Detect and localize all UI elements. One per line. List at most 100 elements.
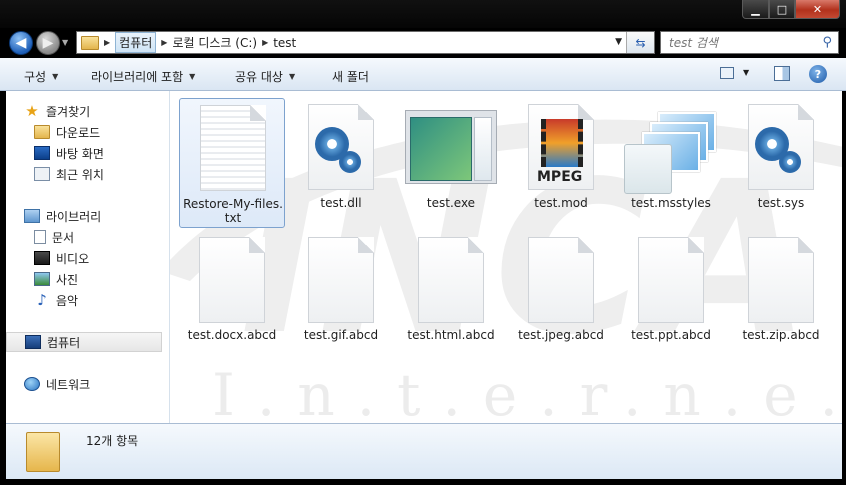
minimize-button[interactable]: ▁	[742, 0, 769, 19]
search-icon[interactable]: ⚲	[822, 35, 832, 50]
sidebar-item-videos[interactable]: 비디오	[34, 248, 190, 268]
include-in-library-button[interactable]: 라이브러리에 포함 ▼	[91, 68, 195, 85]
recent-pages-dropdown[interactable]: ▼	[62, 38, 72, 48]
file-test-jpeg-abcd[interactable]: test.jpeg.abcd	[508, 231, 614, 361]
file-test-dll[interactable]: test.dll	[288, 98, 394, 228]
exe-window-icon	[405, 110, 497, 184]
watermark-text: I.n.t.e.r.n.e.t	[212, 361, 842, 423]
new-folder-label: 새 폴더	[332, 70, 369, 84]
file-name: test.zip.abcd	[742, 328, 820, 342]
include-library-label: 라이브러리에 포함	[91, 70, 184, 84]
sidebar-item-downloads[interactable]: 다운로드	[34, 122, 190, 142]
file-name: test.docx.abcd	[187, 328, 277, 342]
text-file-icon	[200, 105, 266, 191]
navigation-pane: ★ 즐겨찾기 다운로드 바탕 화면 최근 위치 라이브러리 문서 비디오 사진 ♪…	[6, 91, 170, 423]
file-name: Restore-My-files. txt	[183, 197, 283, 225]
file-name: test.msstyles	[631, 196, 711, 210]
share-with-button[interactable]: 공유 대상 ▼	[235, 68, 295, 85]
new-folder-button[interactable]: 새 폴더	[332, 68, 369, 85]
file-name: test.exe	[426, 196, 476, 210]
sidebar-item-desktop[interactable]: 바탕 화면	[34, 143, 190, 163]
sidebar-item-label: 즐겨찾기	[46, 104, 91, 119]
preview-pane-icon[interactable]	[774, 66, 790, 81]
help-icon[interactable]: ?	[809, 65, 827, 83]
downloads-folder-icon	[34, 125, 50, 139]
sidebar-item-label: 최근 위치	[56, 167, 104, 182]
sidebar-item-recent-places[interactable]: 최근 위치	[34, 164, 190, 184]
mpeg-video-icon: MPEG	[528, 104, 594, 190]
sidebar-item-documents[interactable]: 문서	[34, 227, 190, 247]
sidebar-item-label: 네트워크	[46, 377, 91, 392]
folder-icon	[26, 432, 60, 472]
breadcrumb-local-disk[interactable]: 로컬 디스크 (C:)	[172, 34, 257, 51]
file-test-docx-abcd[interactable]: test.docx.abcd	[179, 231, 285, 361]
back-button[interactable]: ◀	[9, 31, 33, 55]
file-test-gif-abcd[interactable]: test.gif.abcd	[288, 231, 394, 361]
details-pane: 12개 항목	[6, 423, 842, 479]
share-label: 공유 대상	[235, 70, 283, 84]
address-history-dropdown[interactable]: ▼	[615, 37, 622, 47]
address-bar[interactable]: ▶ 컴퓨터 ▶ 로컬 디스크 (C:) ▶ test ▼ ⇆	[76, 31, 655, 54]
file-test-ppt-abcd[interactable]: test.ppt.abcd	[618, 231, 724, 361]
libraries-icon	[24, 209, 40, 223]
documents-icon	[34, 230, 46, 244]
sidebar-item-label: 사진	[56, 272, 79, 287]
search-box[interactable]: ⚲	[660, 31, 839, 54]
sidebar-item-label: 바탕 화면	[56, 146, 104, 161]
file-test-zip-abcd[interactable]: test.zip.abcd	[728, 231, 834, 361]
refresh-button[interactable]: ⇆	[626, 32, 654, 53]
file-name: test.mod	[534, 196, 588, 210]
file-list-view[interactable]: INCA I.n.t.e.r.n.e.t Restore-My-files. tx…	[170, 91, 842, 423]
refresh-icon: ⇆	[635, 35, 646, 50]
msstyles-icon	[624, 112, 718, 196]
recent-places-icon	[34, 167, 50, 181]
breadcrumb-test[interactable]: test	[273, 36, 296, 50]
forward-button[interactable]: ▶	[36, 31, 60, 55]
pictures-icon	[34, 272, 50, 286]
blank-file-icon	[638, 237, 704, 323]
dll-gear-icon	[308, 104, 374, 190]
command-bar: 구성 ▼ 라이브러리에 포함 ▼ 공유 대상 ▼ 새 폴더 ▼ ?	[0, 58, 846, 91]
sidebar-item-label: 라이브러리	[46, 209, 102, 224]
chevron-down-icon: ▼	[52, 72, 59, 81]
sidebar-item-label: 음악	[56, 293, 79, 308]
view-options-dropdown[interactable]: ▼	[743, 68, 749, 77]
folder-icon	[81, 35, 99, 50]
desktop-icon	[34, 146, 50, 160]
chevron-right-icon[interactable]: ▶	[161, 38, 167, 47]
breadcrumb-computer[interactable]: 컴퓨터	[115, 32, 157, 53]
sidebar-item-network[interactable]: 네트워크	[24, 374, 180, 394]
close-button[interactable]: ✕	[795, 0, 840, 19]
chevron-right-icon[interactable]: ▶	[262, 38, 268, 47]
blank-file-icon	[308, 237, 374, 323]
maximize-button[interactable]: □	[769, 0, 795, 19]
file-test-exe[interactable]: test.exe	[398, 98, 504, 228]
star-icon: ★	[25, 102, 39, 120]
sidebar-item-music[interactable]: ♪ 음악	[34, 290, 190, 310]
chevron-down-icon: ▼	[288, 72, 296, 81]
file-name: test.sys	[757, 196, 805, 210]
organize-button[interactable]: 구성 ▼	[24, 68, 58, 85]
file-name: test.jpeg.abcd	[518, 328, 604, 342]
sidebar-item-computer[interactable]: 컴퓨터	[6, 332, 162, 352]
music-note-icon: ♪	[37, 291, 47, 309]
change-view-icon[interactable]	[720, 67, 734, 79]
sidebar-item-label: 다운로드	[56, 125, 101, 140]
blank-file-icon	[199, 237, 265, 323]
file-test-msstyles[interactable]: test.msstyles	[618, 98, 724, 228]
file-test-mod[interactable]: MPEG test.mod	[508, 98, 614, 228]
videos-icon	[34, 251, 50, 265]
sidebar-item-pictures[interactable]: 사진	[34, 269, 190, 289]
sidebar-item-label: 컴퓨터	[47, 335, 81, 350]
chevron-right-icon[interactable]: ▶	[104, 38, 110, 47]
file-test-sys[interactable]: test.sys	[728, 98, 834, 228]
network-icon	[24, 377, 40, 391]
organize-label: 구성	[24, 70, 47, 84]
file-restore-my-files[interactable]: Restore-My-files. txt	[179, 98, 285, 228]
item-count: 12개 항목	[86, 434, 139, 448]
blank-file-icon	[748, 237, 814, 323]
file-test-html-abcd[interactable]: test.html.abcd	[398, 231, 504, 361]
sidebar-item-favorites[interactable]: ★ 즐겨찾기	[24, 101, 180, 121]
search-input[interactable]	[669, 35, 809, 50]
sidebar-item-libraries[interactable]: 라이브러리	[24, 206, 180, 226]
